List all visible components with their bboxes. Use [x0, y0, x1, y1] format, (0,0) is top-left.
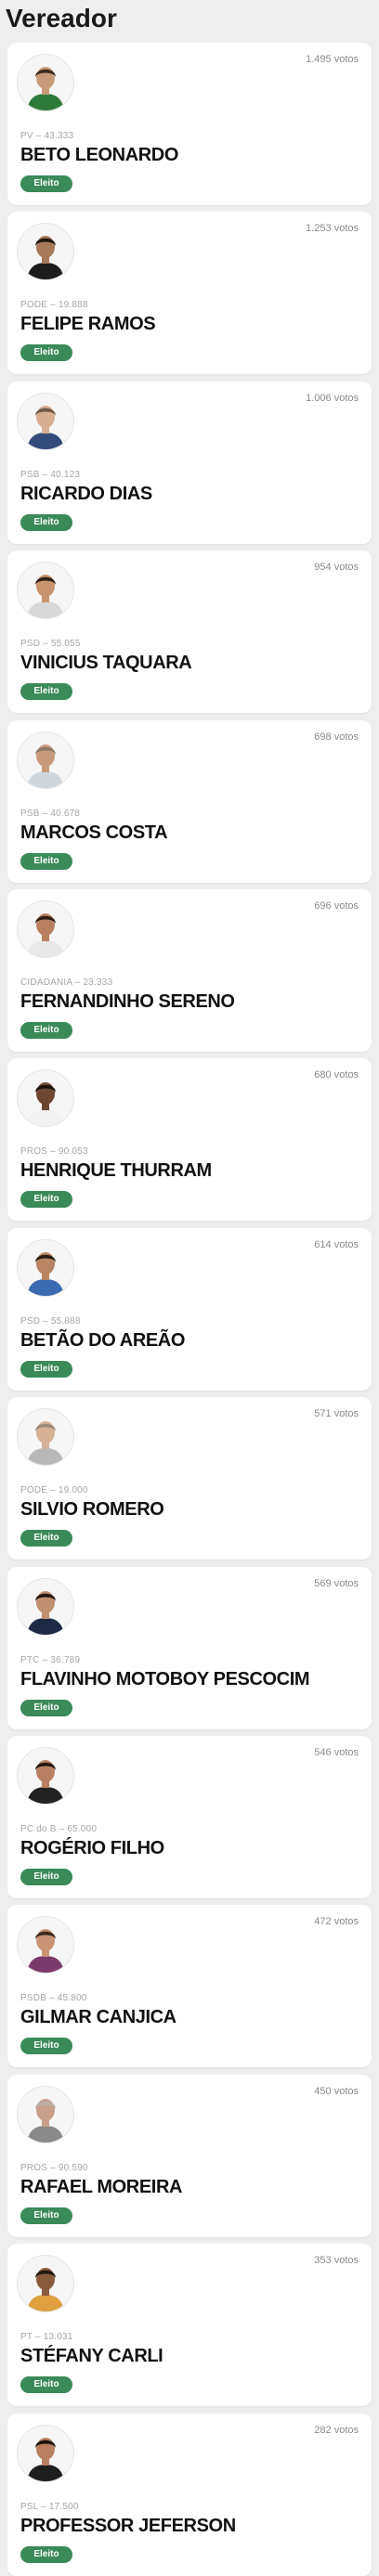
status-badge: Eleito — [20, 2207, 72, 2224]
candidate-card[interactable]: 569 votos PTC – 36.789 FLAVINHO MOTOBOY PE… — [7, 1567, 372, 1729]
status-badge: Eleito — [20, 2376, 72, 2393]
vote-count: 569 votos — [314, 1578, 359, 1589]
candidate-photo — [17, 1747, 74, 1805]
candidate-name[interactable]: MARCOS COSTA — [20, 822, 168, 844]
candidate-photo — [17, 1916, 74, 1974]
candidate-card[interactable]: 282 votos PSL – 17.500 PROFESSOR JEFERSON E… — [7, 2414, 372, 2576]
candidate-photo — [17, 731, 74, 789]
party-number: PV – 43.333 — [20, 131, 74, 141]
vote-count: 1.253 votos — [306, 223, 359, 234]
vote-count: 1.495 votos — [306, 54, 359, 65]
candidate-card[interactable]: 1.495 votos PV – 43.333 BETO LEONARDO Eleit… — [7, 43, 372, 205]
vote-count: 472 votos — [314, 1916, 359, 1927]
status-badge: Eleito — [20, 1530, 72, 1547]
vote-count: 680 votos — [314, 1069, 359, 1081]
vote-count: 353 votos — [314, 2255, 359, 2266]
party-number: PC do B – 65.000 — [20, 1824, 98, 1834]
party-number: PODE – 19.000 — [20, 1485, 88, 1495]
candidate-card[interactable]: 696 votos CIDADANIA – 23.333 FERNANDINHO S… — [7, 889, 372, 1052]
candidate-photo — [17, 1408, 74, 1466]
candidate-card[interactable]: 614 votos PSD – 55.888 BETÃO DO AREÃO Eleit… — [7, 1228, 372, 1391]
candidate-name[interactable]: SILVIO ROMERO — [20, 1499, 164, 1521]
party-number: PROS – 90.053 — [20, 1146, 88, 1157]
candidate-card[interactable]: 450 votos PROS – 90.590 RAFAEL MOREIRA Elei… — [7, 2075, 372, 2237]
candidate-name[interactable]: PROFESSOR JEFERSON — [20, 2516, 236, 2537]
candidate-photo — [17, 223, 74, 280]
status-badge: Eleito — [20, 683, 72, 700]
candidate-name[interactable]: VINICIUS TAQUARA — [20, 653, 192, 674]
party-number: PODE – 19.888 — [20, 300, 88, 310]
candidate-photo — [17, 1239, 74, 1297]
candidate-photo — [17, 900, 74, 958]
candidate-card[interactable]: 571 votos PODE – 19.000 SILVIO ROMERO Eleit… — [7, 1397, 372, 1560]
candidate-name[interactable]: RAFAEL MOREIRA — [20, 2177, 182, 2198]
status-badge: Eleito — [20, 514, 72, 531]
candidate-name[interactable]: BETO LEONARDO — [20, 145, 178, 166]
candidate-card[interactable]: 680 votos PROS – 90.053 HENRIQUE THURRAM El… — [7, 1058, 372, 1221]
candidate-card[interactable]: 472 votos PSDB – 45.800 GILMAR CANJICA Elei… — [7, 1905, 372, 2067]
vote-count: 546 votos — [314, 1747, 359, 1758]
party-number: PTC – 36.789 — [20, 1655, 81, 1665]
page-title: Vereador — [6, 4, 117, 32]
candidate-photo — [17, 562, 74, 619]
candidate-card[interactable]: 1.006 votos PSB – 40.123 RICARDO DIAS Eleit… — [7, 382, 372, 544]
candidate-name[interactable]: FERNANDINHO SERENO — [20, 991, 235, 1013]
candidate-photo — [17, 54, 74, 111]
party-number: PSB – 40.123 — [20, 470, 81, 480]
party-number: PSL – 17.500 — [20, 2502, 79, 2512]
candidate-photo — [17, 2086, 74, 2143]
candidate-name[interactable]: STÉFANY CARLI — [20, 2346, 163, 2367]
party-number: PSB – 40.678 — [20, 809, 81, 819]
candidate-name[interactable]: FELIPE RAMOS — [20, 314, 156, 335]
vote-count: 614 votos — [314, 1239, 359, 1250]
candidate-card[interactable]: 954 votos PSD – 55.055 VINICIUS TAQUARA Ele… — [7, 550, 372, 713]
status-badge: Eleito — [20, 853, 72, 870]
party-number: PSD – 55.888 — [20, 1316, 81, 1327]
candidate-photo — [17, 1578, 74, 1636]
candidate-card[interactable]: 1.253 votos PODE – 19.888 FELIPE RAMOS Elei… — [7, 212, 372, 374]
candidate-name[interactable]: GILMAR CANJICA — [20, 2007, 176, 2028]
vote-count: 450 votos — [314, 2086, 359, 2097]
candidate-name[interactable]: HENRIQUE THURRAM — [20, 1160, 212, 1182]
candidate-name[interactable]: BETÃO DO AREÃO — [20, 1330, 185, 1352]
status-badge: Eleito — [20, 1869, 72, 1885]
candidate-card[interactable]: 353 votos PT – 13.031 STÉFANY CARLI Eleito — [7, 2244, 372, 2406]
candidate-photo — [17, 1069, 74, 1127]
status-badge: Eleito — [20, 1022, 72, 1039]
vote-count: 698 votos — [314, 731, 359, 743]
vote-count: 1.006 votos — [306, 393, 359, 404]
candidate-photo — [17, 2255, 74, 2312]
status-badge: Eleito — [20, 1191, 72, 1208]
candidate-name[interactable]: FLAVINHO MOTOBOY PESCOCIM — [20, 1669, 310, 1690]
status-badge: Eleito — [20, 175, 72, 192]
party-number: CIDADANIA – 23.333 — [20, 977, 113, 988]
status-badge: Eleito — [20, 2546, 72, 2563]
candidate-card[interactable]: 546 votos PC do B – 65.000 ROGÉRIO FILHO El… — [7, 1736, 372, 1898]
vote-count: 571 votos — [314, 1408, 359, 1419]
party-number: PROS – 90.590 — [20, 2163, 88, 2173]
candidate-photo — [17, 393, 74, 450]
candidate-card[interactable]: 698 votos PSB – 40.678 MARCOS COSTA Eleito — [7, 720, 372, 883]
status-badge: Eleito — [20, 344, 72, 361]
status-badge: Eleito — [20, 2038, 72, 2054]
status-badge: Eleito — [20, 1700, 72, 1716]
vote-count: 282 votos — [314, 2425, 359, 2436]
party-number: PSDB – 45.800 — [20, 1993, 87, 2003]
status-badge: Eleito — [20, 1361, 72, 1378]
party-number: PT – 13.031 — [20, 2332, 73, 2342]
candidate-name[interactable]: RICARDO DIAS — [20, 484, 152, 505]
party-number: PSD – 55.055 — [20, 639, 81, 649]
candidate-photo — [17, 2425, 74, 2482]
vote-count: 696 votos — [314, 900, 359, 912]
candidate-name[interactable]: ROGÉRIO FILHO — [20, 1838, 164, 1859]
vote-count: 954 votos — [314, 562, 359, 573]
